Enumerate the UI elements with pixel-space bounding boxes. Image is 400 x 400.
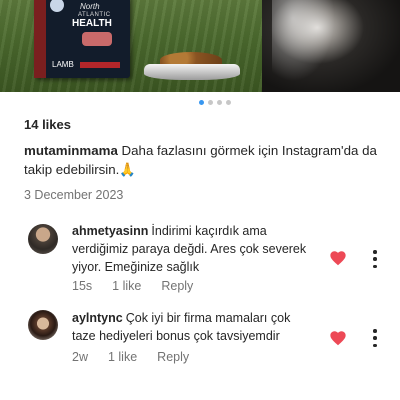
- carousel-dot: [208, 100, 213, 105]
- heart-icon[interactable]: [329, 330, 347, 346]
- comment-likes[interactable]: 1 like: [108, 350, 137, 364]
- carousel-dot: [217, 100, 222, 105]
- pray-emoji: 🙏: [119, 162, 136, 177]
- comment-body: aylntync Çok iyi bir firma mamaları çok t…: [72, 309, 312, 345]
- metal-bowl: [144, 64, 240, 80]
- more-options-icon[interactable]: [370, 329, 380, 347]
- comment-body: ahmetyasinn İndirimi kaçırdık ama verdiği…: [72, 222, 312, 276]
- post-date: 3 December 2023: [24, 188, 124, 202]
- avatar[interactable]: [28, 224, 58, 254]
- food-bowl: [144, 52, 240, 80]
- bag-line-health: HEALTH: [72, 18, 112, 29]
- comment-username[interactable]: ahmetyasinn: [72, 224, 148, 238]
- comment-likes[interactable]: 1 like: [112, 279, 141, 293]
- comment-time: 2w: [72, 350, 88, 364]
- reply-button[interactable]: Reply: [157, 350, 189, 364]
- bag-variant-text: LAMB: [52, 60, 74, 69]
- more-options-icon[interactable]: [370, 250, 380, 268]
- likes-count[interactable]: 14 likes: [24, 117, 71, 132]
- reply-button[interactable]: Reply: [161, 279, 193, 293]
- avatar[interactable]: [28, 310, 58, 340]
- dog-food-bag: North ATLANTIC HEALTH LAMB: [34, 0, 130, 78]
- comment-time: 15s: [72, 279, 93, 293]
- dog-photo: [262, 0, 400, 92]
- comment-meta: 2w 1 like Reply: [72, 350, 209, 364]
- carousel-dot: [226, 100, 231, 105]
- bag-meat-image: [82, 32, 112, 46]
- comment-meta: 15s 1 like Reply: [72, 279, 213, 293]
- caption-username[interactable]: mutaminmama: [24, 143, 118, 158]
- heart-icon[interactable]: [329, 250, 347, 266]
- carousel-dot: [199, 100, 204, 105]
- carousel-indicator: [199, 100, 231, 105]
- post-caption: mutaminmama Daha fazlasını görmek için I…: [24, 141, 396, 179]
- brand-logo: [50, 0, 64, 12]
- comment-username[interactable]: aylntync: [72, 311, 123, 325]
- bag-brand-text: North: [80, 2, 100, 11]
- post-image-carousel[interactable]: North ATLANTIC HEALTH LAMB: [0, 0, 400, 92]
